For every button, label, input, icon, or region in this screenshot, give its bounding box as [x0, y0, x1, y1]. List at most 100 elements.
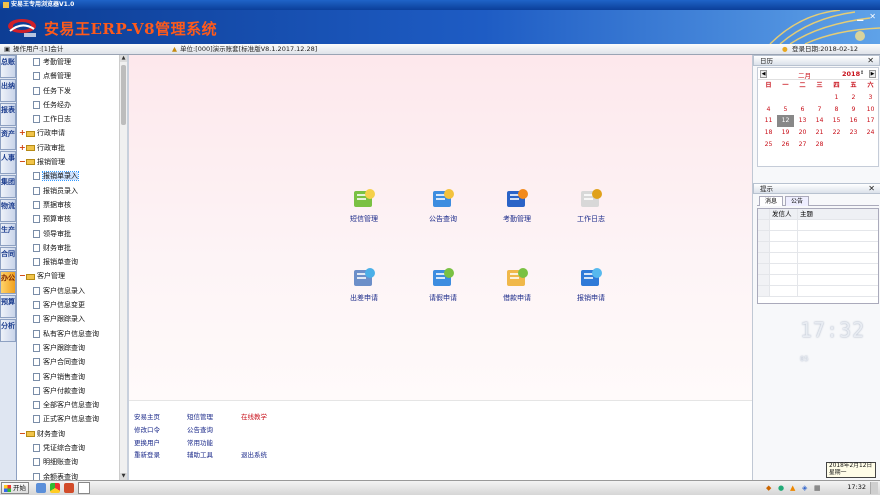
notice-row[interactable]	[758, 253, 878, 264]
tree-item[interactable]: 余额表查询	[17, 470, 119, 480]
year-spin-icon[interactable]: ⇕	[860, 70, 864, 76]
tree-group[interactable]: + 行政审批	[17, 141, 119, 155]
calendar-day[interactable]: 20	[794, 127, 811, 139]
calendar-day[interactable]: 10	[862, 104, 879, 116]
notice-close-icon[interactable]: ✕	[868, 184, 875, 194]
loan-icon[interactable]	[505, 267, 529, 289]
tab-messages[interactable]: 消息	[759, 196, 784, 206]
module-tab-11[interactable]: 分析	[0, 319, 16, 342]
scroll-down-icon[interactable]: ▼	[120, 473, 127, 480]
module-tab-0[interactable]: 总账	[0, 55, 16, 78]
quick-link-5[interactable]: 更换用户	[134, 437, 160, 447]
calendar-day[interactable]: 13	[794, 115, 811, 127]
calendar-day[interactable]: 21	[811, 127, 828, 139]
tree-item[interactable]: 点餐管理	[17, 69, 119, 83]
collapse-icon[interactable]: −	[19, 427, 26, 441]
calendar-day[interactable]: 26	[777, 139, 794, 151]
notice-row[interactable]	[758, 231, 878, 242]
tree-item[interactable]: 考勤管理	[17, 55, 119, 69]
calendar-day[interactable]: 2	[845, 92, 862, 104]
scroll-up-icon[interactable]: ▲	[120, 55, 127, 62]
calendar-day[interactable]: 25	[760, 139, 777, 151]
shortcut-7[interactable]: 报销申请	[561, 267, 621, 303]
calendar-day[interactable]: 28	[811, 139, 828, 151]
tree-item[interactable]: 明细账查询	[17, 455, 119, 469]
shortcut-3[interactable]: 工作日志	[561, 188, 621, 224]
tray-shield-icon[interactable]: ▲	[790, 484, 795, 492]
shortcut-label[interactable]: 借款申请	[487, 293, 547, 303]
calendar-day[interactable]: 14	[811, 115, 828, 127]
module-tab-10[interactable]: 预算	[0, 295, 16, 318]
quick-link-4[interactable]: 公告查询	[187, 424, 213, 434]
shortcut-label[interactable]: 请假申请	[413, 293, 473, 303]
notice-row[interactable]	[758, 264, 878, 275]
quick-link-3[interactable]: 修改口令	[134, 424, 160, 434]
shortcut-label[interactable]: 短信管理	[334, 214, 394, 224]
tree-group[interactable]: − 客户管理	[17, 269, 119, 283]
tree-item[interactable]: 客户信息变更	[17, 298, 119, 312]
module-tab-5[interactable]: 集团	[0, 175, 16, 198]
tree-item[interactable]: 客户付款查询	[17, 384, 119, 398]
calendar-day[interactable]: 4	[760, 104, 777, 116]
tree-item[interactable]: 预算审核	[17, 212, 119, 226]
tree-item[interactable]: 票据审核	[17, 198, 119, 212]
shortcut-label[interactable]: 公告查询	[413, 214, 473, 224]
notice-row[interactable]	[758, 242, 878, 253]
quick-link-1[interactable]: 短信管理	[187, 411, 213, 421]
calendar-day[interactable]: 15	[828, 115, 845, 127]
next-month-icon[interactable]: ▶	[869, 70, 876, 78]
notice-row[interactable]	[758, 286, 878, 297]
tray-app-icon[interactable]: ◆	[766, 484, 771, 492]
chrome-icon[interactable]	[50, 483, 60, 493]
tree-item[interactable]: 私有客户信息查询	[17, 327, 119, 341]
calendar-day[interactable]: 24	[862, 127, 879, 139]
collapse-icon[interactable]: −	[19, 269, 26, 283]
shortcut-label[interactable]: 报销申请	[561, 293, 621, 303]
attendance-icon[interactable]	[505, 188, 529, 210]
tray-network-icon[interactable]: ●	[778, 484, 784, 492]
tree-group[interactable]: − 报销管理	[17, 155, 119, 169]
expand-icon[interactable]: +	[19, 141, 26, 155]
module-tab-9[interactable]: 办公	[0, 271, 16, 294]
calendar-day[interactable]: 6	[794, 104, 811, 116]
calendar-day[interactable]: 1	[828, 92, 845, 104]
calendar-day[interactable]: 9	[845, 104, 862, 116]
tree-group[interactable]: + 行政申请	[17, 126, 119, 140]
calendar-month[interactable]: 二月	[798, 70, 811, 80]
active-window-task[interactable]	[78, 482, 90, 494]
scroll-thumb[interactable]	[121, 65, 126, 125]
leave-icon[interactable]	[431, 267, 455, 289]
calendar-year[interactable]: 2018	[842, 70, 860, 78]
calendar-day[interactable]: 8	[828, 104, 845, 116]
tray-volume-icon[interactable]: ◈	[802, 484, 807, 492]
shortcut-label[interactable]: 出差申请	[334, 293, 394, 303]
tree-item[interactable]: 工作日志	[17, 112, 119, 126]
calendar-day[interactable]: 5	[777, 104, 794, 116]
calendar-day[interactable]: 16	[845, 115, 862, 127]
tree-item[interactable]: 客户销售查询	[17, 370, 119, 384]
module-tab-3[interactable]: 资产	[0, 127, 16, 150]
expand-icon[interactable]: +	[19, 126, 26, 140]
minimize-icon[interactable]: ▁	[857, 12, 863, 21]
calendar-day[interactable]: 11	[760, 115, 777, 127]
shortcut-0[interactable]: 短信管理	[334, 188, 394, 224]
calendar-day[interactable]: 22	[828, 127, 845, 139]
desktop-icon[interactable]	[36, 483, 46, 493]
tree-item[interactable]: 财务审批	[17, 241, 119, 255]
tree-item[interactable]: 凭证综合查询	[17, 441, 119, 455]
calendar-day[interactable]: 12	[777, 115, 794, 128]
calendar-day[interactable]: 3	[862, 92, 879, 104]
worklog-icon[interactable]	[579, 188, 603, 210]
module-tab-7[interactable]: 生产	[0, 223, 16, 246]
shortcut-2[interactable]: 考勤管理	[487, 188, 547, 224]
tree-item[interactable]: 报销员录入	[17, 184, 119, 198]
quick-link-8[interactable]: 辅助工具	[187, 449, 213, 459]
shortcut-label[interactable]: 工作日志	[561, 214, 621, 224]
tree-item[interactable]: 客户合同查询	[17, 355, 119, 369]
shortcut-1[interactable]: 公告查询	[413, 188, 473, 224]
module-tab-4[interactable]: 人事	[0, 151, 16, 174]
module-tab-2[interactable]: 报表	[0, 103, 16, 126]
notice-search-icon[interactable]	[431, 188, 455, 210]
start-button[interactable]: 开始	[1, 482, 29, 494]
tree-item[interactable]: 任务经办	[17, 98, 119, 112]
